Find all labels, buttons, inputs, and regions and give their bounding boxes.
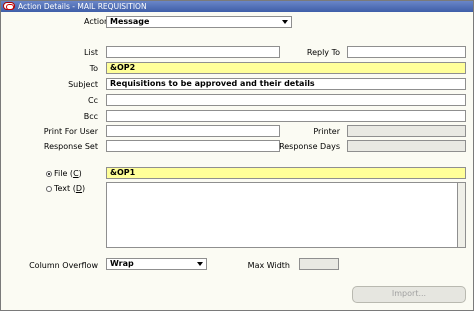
import-button[interactable]: Import... [352,286,466,303]
window-title: Action Details - MAIL REQUISITION [18,2,147,11]
cc-field[interactable] [106,94,466,106]
to-field[interactable]: &OP2 [106,62,466,74]
chevron-down-icon [197,262,203,266]
response-days-label: Response Days [279,142,340,151]
response-set-field[interactable] [106,140,280,152]
cc-label: Cc [88,96,98,105]
print-for-user-field[interactable] [106,125,280,137]
bcc-field[interactable] [106,110,466,122]
printer-field[interactable] [347,125,466,137]
text-label: Text (D) [54,184,86,193]
text-area[interactable] [106,182,458,248]
column-overflow-value: Wrap [110,259,134,268]
subject-label: Subject [68,80,98,89]
action-type-select[interactable]: Message [106,16,292,28]
file-field[interactable]: &OP1 [106,167,466,179]
list-field[interactable] [106,46,280,58]
response-days-field[interactable] [347,140,466,152]
printer-label: Printer [313,127,340,136]
column-overflow-select[interactable]: Wrap [106,258,207,270]
action-type-value: Message [110,17,150,26]
file-label: File (C) [54,169,82,178]
dialog-window: Action Details - MAIL REQUISITION Action… [0,0,474,311]
list-label: List [84,48,98,57]
text-radio[interactable] [46,186,52,192]
file-radio[interactable] [46,171,52,177]
title-bar: Action Details - MAIL REQUISITION [1,1,473,12]
reply-to-field[interactable] [347,46,466,58]
max-width-field[interactable] [299,258,339,270]
subject-field[interactable]: Requisitions to be approved and their de… [106,78,466,90]
print-for-user-label: Print For User [43,127,98,136]
max-width-label: Max Width [247,261,290,270]
to-label: To [89,64,98,73]
oracle-logo-icon [3,2,15,10]
chevron-down-icon [282,20,288,24]
text-area-scrollbar[interactable] [457,182,466,248]
response-set-label: Response Set [43,142,98,151]
reply-to-label: Reply To [306,48,340,57]
column-overflow-label: Column Overflow [29,261,98,270]
bcc-label: Bcc [83,112,98,121]
